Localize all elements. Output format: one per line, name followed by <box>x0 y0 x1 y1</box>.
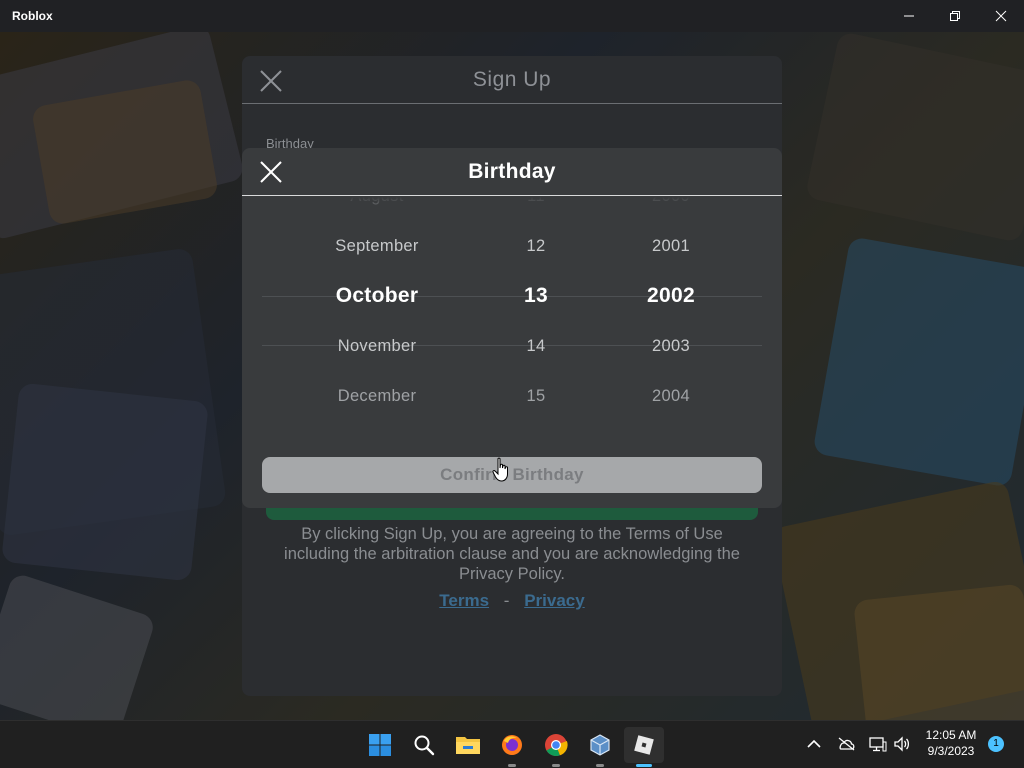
onedrive-button[interactable] <box>836 734 856 754</box>
picker-fade-bottom <box>242 401 782 423</box>
year-option[interactable]: 2001 <box>621 221 721 271</box>
background-tile <box>1 382 209 582</box>
network-icon <box>869 737 887 752</box>
search-button[interactable] <box>404 727 444 763</box>
birthday-modal: Birthday August 11 2000 September 12 200… <box>242 148 782 508</box>
background-tile <box>804 32 1024 244</box>
background-tile <box>853 583 1024 720</box>
day-option[interactable]: 14 <box>486 321 586 371</box>
selected-day[interactable]: 13 <box>486 271 586 321</box>
signup-title: Sign Up <box>472 68 552 91</box>
month-option[interactable]: November <box>277 321 477 371</box>
chevron-up-icon <box>807 739 821 748</box>
active-indicator <box>636 764 652 767</box>
virtualbox-icon <box>590 734 610 756</box>
month-option[interactable]: September <box>277 221 477 271</box>
signup-header: Sign Up <box>242 56 782 104</box>
notification-badge[interactable]: 1 <box>988 736 1004 752</box>
birthday-modal-header: Birthday <box>242 148 782 196</box>
restore-button[interactable] <box>932 0 978 32</box>
minimize-button[interactable] <box>886 0 932 32</box>
chrome-button[interactable] <box>536 727 576 767</box>
roblox-button[interactable] <box>624 727 664 767</box>
privacy-link[interactable]: Privacy <box>524 591 585 610</box>
running-indicator <box>508 764 516 767</box>
picker-row[interactable]: September 12 2001 <box>242 221 782 271</box>
date-picker[interactable]: August 11 2000 September 12 2001 October… <box>242 197 782 423</box>
firefox-button[interactable] <box>492 727 532 767</box>
selected-year[interactable]: 2002 <box>621 271 721 321</box>
file-explorer-icon <box>456 737 480 754</box>
virtualbox-button[interactable] <box>580 727 620 767</box>
firefox-icon <box>502 735 522 755</box>
picker-row[interactable]: November 14 2003 <box>242 321 782 371</box>
selected-month[interactable]: October <box>277 271 477 321</box>
running-indicator <box>552 764 560 767</box>
clock-time: 12:05 AM <box>925 728 977 742</box>
speaker-icon <box>894 736 910 752</box>
picker-row-selected[interactable]: October 13 2002 <box>242 271 782 321</box>
terms-link[interactable]: Terms <box>439 591 489 610</box>
start-icon <box>369 734 391 756</box>
background-tile <box>812 236 1024 488</box>
network-button[interactable] <box>868 734 888 754</box>
restore-icon <box>950 11 960 21</box>
file-explorer-button[interactable] <box>448 727 488 763</box>
birthday-modal-title: Birthday <box>468 160 556 183</box>
close-window-button[interactable] <box>978 0 1024 32</box>
picker-fade-top <box>242 197 782 217</box>
hand-cursor-icon <box>492 457 508 482</box>
minimize-icon <box>904 15 914 17</box>
start-button[interactable] <box>360 727 400 763</box>
window-title: Roblox <box>12 9 53 23</box>
chrome-icon <box>545 734 568 757</box>
legal-text: By clicking Sign Up, you are agreeing to… <box>284 525 740 583</box>
link-separator: - <box>503 591 510 610</box>
day-option[interactable]: 12 <box>486 221 586 271</box>
background-tile <box>0 572 157 720</box>
window-title-bar: Roblox <box>0 0 1024 32</box>
clock-date: 9/3/2023 <box>927 744 975 758</box>
volume-button[interactable] <box>892 734 912 754</box>
running-indicator <box>596 764 604 767</box>
roblox-icon <box>634 735 654 755</box>
confirm-birthday-button[interactable]: Confirm Birthday <box>262 457 762 493</box>
search-icon <box>414 735 435 756</box>
close-icon <box>995 10 1007 22</box>
cloud-offline-icon <box>838 737 855 751</box>
year-option[interactable]: 2003 <box>621 321 721 371</box>
system-clock[interactable]: 12:05 AM 9/3/2023 <box>918 727 984 759</box>
show-hidden-icons-button[interactable] <box>804 734 824 754</box>
legal-links: Terms - Privacy <box>242 591 782 611</box>
